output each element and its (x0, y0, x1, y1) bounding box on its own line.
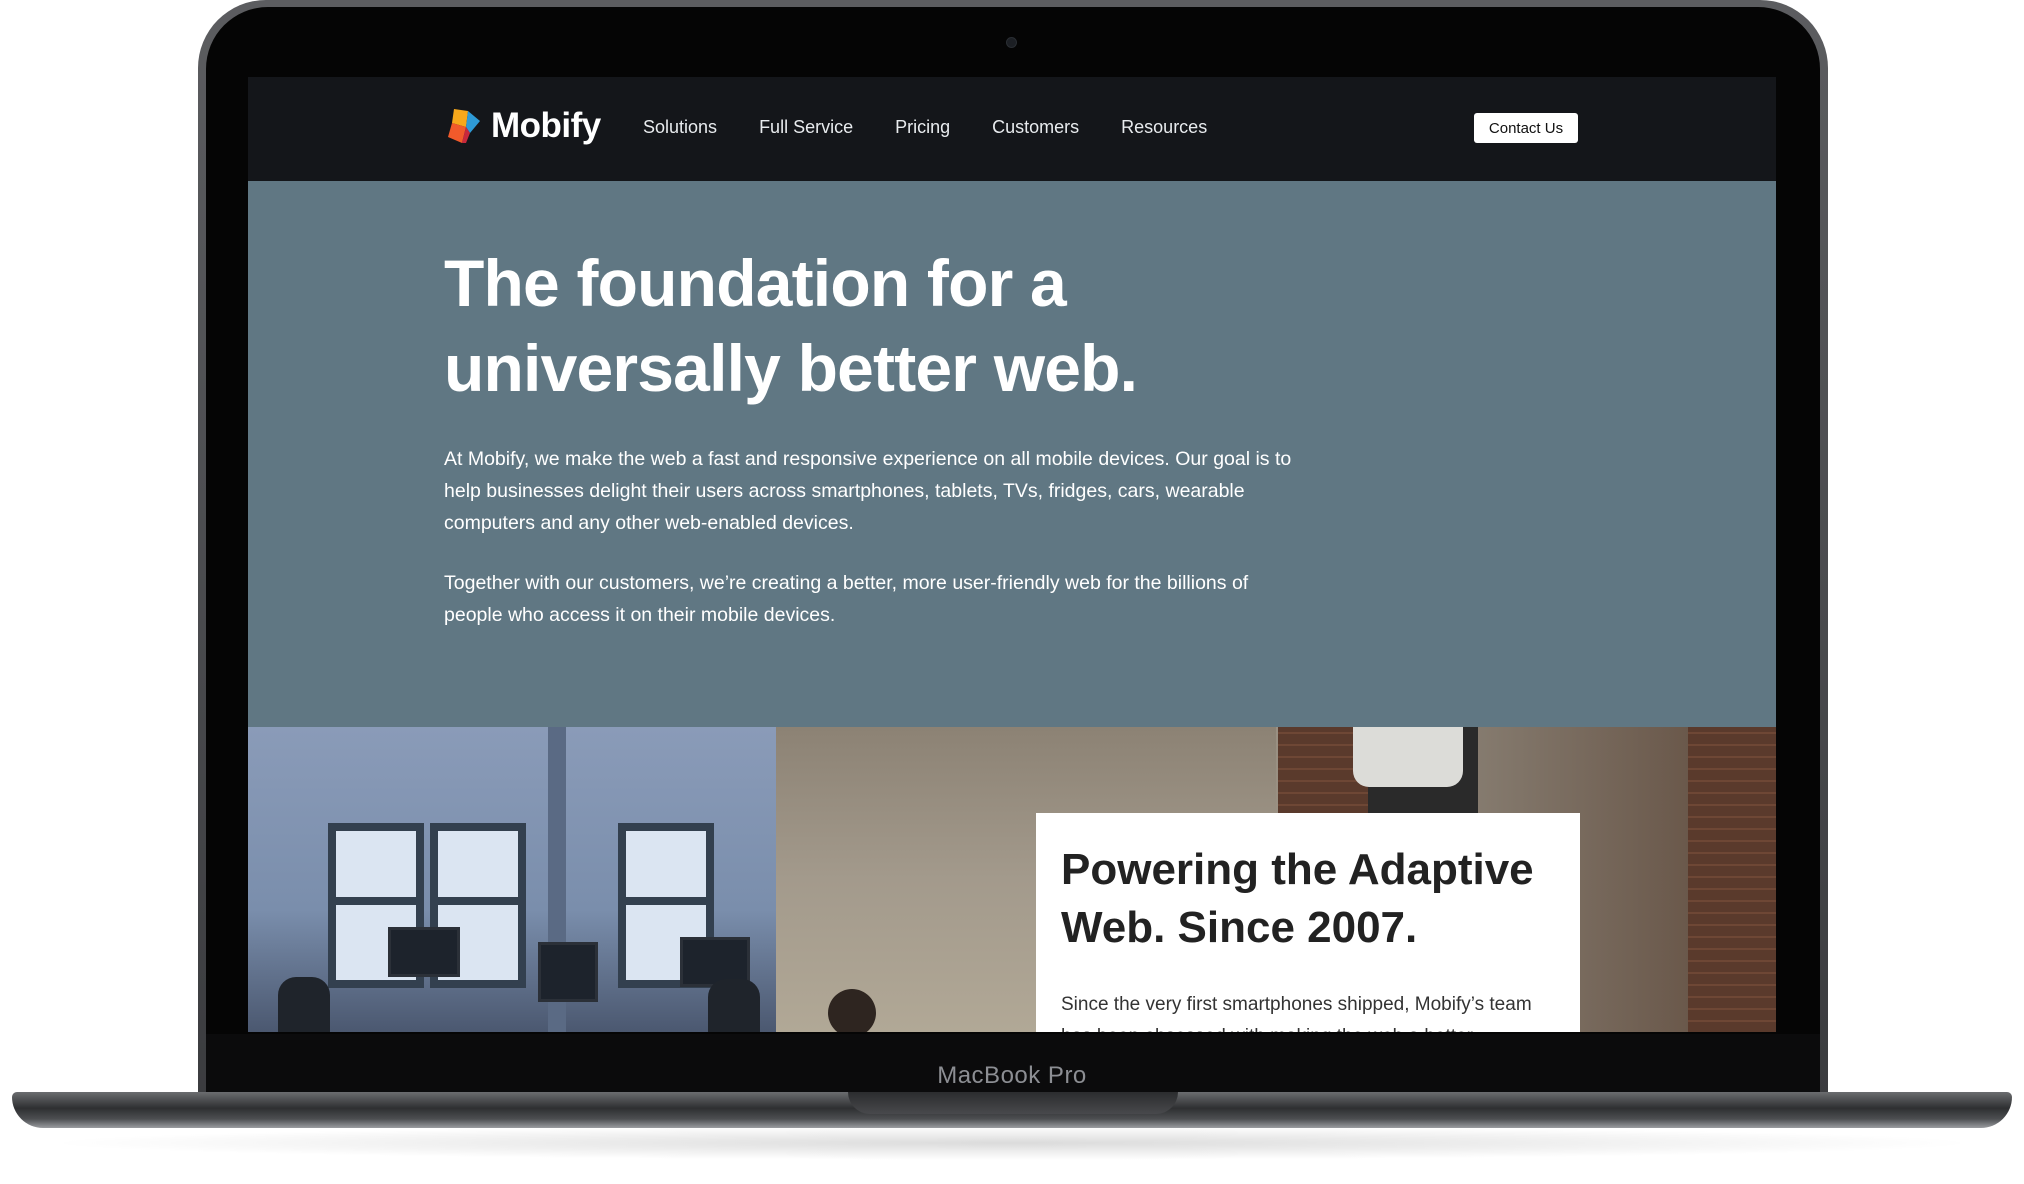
device-model-label: MacBook Pro (937, 1062, 1087, 1089)
desk-monitor (538, 942, 598, 1002)
person-head (828, 989, 876, 1032)
nav-item-pricing[interactable]: Pricing (895, 117, 950, 138)
hero-section: The foundation for a universally better … (248, 181, 1776, 727)
desk-monitor (388, 927, 460, 977)
site-logo[interactable]: Mobify (444, 106, 601, 146)
feature-card-body: Since the very first smartphones shipped… (1061, 994, 1532, 1032)
laptop-notch (848, 1092, 1178, 1114)
hero-paragraph-1: At Mobify, we make the web a fast and re… (444, 448, 1292, 534)
camera-icon (1006, 37, 1017, 48)
nav-item-solutions[interactable]: Solutions (643, 117, 717, 138)
site-header: Mobify Solutions Full Service Pricing Cu… (248, 77, 1776, 181)
air-conditioner (1353, 727, 1463, 787)
nav-item-resources[interactable]: Resources (1121, 117, 1207, 138)
nav-item-customers[interactable]: Customers (992, 117, 1079, 138)
feature-card-title: Powering the Adaptive Web. Since 2007. (1061, 845, 1534, 952)
primary-nav: Solutions Full Service Pricing Customers… (643, 117, 1249, 138)
hero-paragraph-2: Together with our customers, we’re creat… (444, 572, 1249, 626)
laptop-mockup: Mobify Solutions Full Service Pricing Cu… (0, 0, 2024, 1184)
contact-us-button[interactable]: Contact Us (1474, 113, 1578, 143)
laptop-shadow (40, 1126, 1984, 1160)
office-chair (708, 979, 760, 1032)
hero-title: The foundation for a universally better … (444, 246, 1138, 405)
office-photo: Powering the Adaptive Web. Since 2007. S… (248, 727, 1776, 1032)
mobify-logo-icon (448, 109, 480, 143)
nav-item-full-service[interactable]: Full Service (759, 117, 853, 138)
feature-card: Powering the Adaptive Web. Since 2007. S… (1036, 813, 1580, 1032)
browser-viewport: Mobify Solutions Full Service Pricing Cu… (248, 77, 1776, 1032)
logo-wordmark: Mobify (491, 106, 601, 145)
office-chair (278, 977, 330, 1032)
brick-wall (1688, 727, 1776, 1032)
